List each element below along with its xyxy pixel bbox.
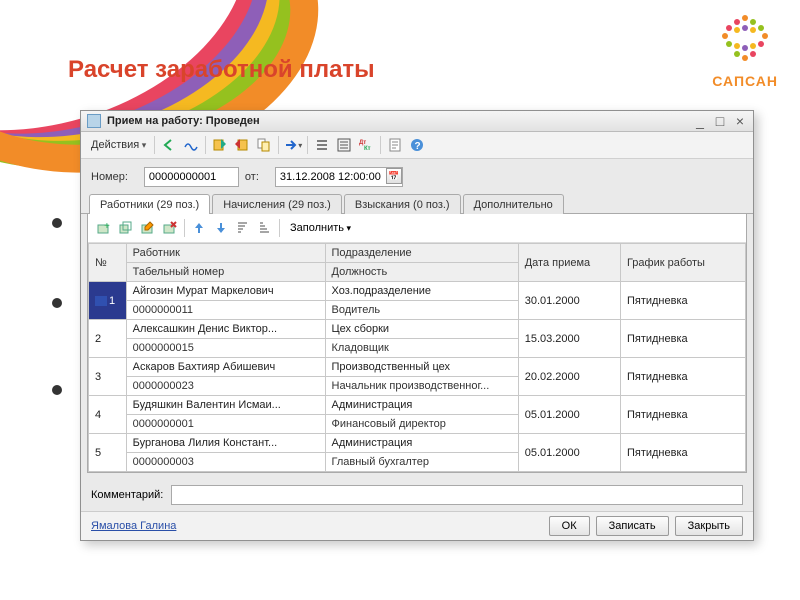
table-row[interactable]: 1Айгозин Мурат МаркеловичХоз.подразделен…	[89, 282, 746, 301]
report-icon[interactable]	[385, 135, 405, 155]
brand-name: САПСАН	[712, 73, 778, 89]
comment-input[interactable]	[171, 485, 743, 505]
titlebar[interactable]: Прием на работу: Проведен _ □ ×	[81, 111, 753, 132]
unpost-icon[interactable]	[232, 135, 252, 155]
list2-icon[interactable]	[334, 135, 354, 155]
write-button[interactable]: Записать	[596, 516, 669, 536]
slide-title: Расчет заработной платы	[68, 56, 375, 84]
wave-icon[interactable]	[181, 135, 201, 155]
bullet	[52, 218, 62, 228]
list-icon[interactable]	[312, 135, 332, 155]
main-toolbar: Действия ДтКт ?	[81, 132, 753, 159]
add-copy-icon[interactable]	[116, 218, 136, 238]
col-header-n[interactable]: №	[89, 244, 127, 282]
svg-text:+: +	[104, 221, 110, 232]
table-row[interactable]: 2Алексашкин Денис Виктор...Цех сборки15.…	[89, 320, 746, 339]
window-icon	[87, 114, 101, 128]
tab-workers: + Заполнить № Работник Подразделение Дат…	[87, 214, 747, 473]
actions-menu[interactable]: Действия	[87, 137, 150, 153]
help-icon[interactable]: ?	[407, 135, 427, 155]
date-label: от:	[245, 171, 259, 183]
svg-text:?: ?	[415, 141, 421, 152]
bullet	[52, 385, 62, 395]
back-icon[interactable]	[159, 135, 179, 155]
maximize-button[interactable]: □	[713, 114, 727, 128]
user-link[interactable]: Ямалова Галина	[91, 520, 543, 532]
tab-0[interactable]: Работники (29 поз.)	[89, 194, 210, 214]
tab-2[interactable]: Взыскания (0 поз.)	[344, 194, 461, 214]
calendar-icon[interactable]: 📅	[386, 168, 402, 184]
header-form: Номер: от: 📅	[81, 159, 753, 193]
bullet	[52, 298, 62, 308]
col-header-schedule[interactable]: График работы	[620, 244, 745, 282]
table-row[interactable]: 4Будяшкин Валентин Исмаи...Администрация…	[89, 396, 746, 415]
close-form-button[interactable]: Закрыть	[675, 516, 743, 536]
tab-1[interactable]: Начисления (29 поз.)	[212, 194, 342, 214]
sort-asc-icon[interactable]	[233, 218, 253, 238]
fill-button[interactable]: Заполнить	[284, 220, 357, 236]
number-input[interactable]	[144, 167, 239, 187]
col-header-dept[interactable]: Подразделение	[325, 244, 518, 263]
table-row[interactable]: 5Бурганова Лилия Констант...Администраци…	[89, 434, 746, 453]
table-row[interactable]: 3Аскаров Бахтияр АбишевичПроизводственны…	[89, 358, 746, 377]
col-header-worker[interactable]: Работник	[126, 244, 325, 263]
document-window: Прием на работу: Проведен _ □ × Действия…	[80, 110, 754, 541]
post-icon[interactable]	[210, 135, 230, 155]
workers-table[interactable]: № Работник Подразделение Дата приема Гра…	[88, 243, 746, 472]
date-input[interactable]	[275, 167, 403, 187]
number-label: Номер:	[91, 171, 128, 183]
grid-toolbar: + Заполнить	[88, 214, 746, 243]
minimize-button[interactable]: _	[693, 114, 707, 128]
tab-3[interactable]: Дополнительно	[463, 194, 564, 214]
move-up-icon[interactable]	[189, 218, 209, 238]
close-button[interactable]: ×	[733, 114, 747, 128]
based-on-icon[interactable]	[254, 135, 274, 155]
svg-text:Кт: Кт	[364, 146, 371, 152]
col-header-date[interactable]: Дата приема	[518, 244, 620, 282]
edit-row-icon[interactable]	[138, 218, 158, 238]
tabstrip: Работники (29 поз.)Начисления (29 поз.)В…	[81, 193, 753, 214]
sort-desc-icon[interactable]	[255, 218, 275, 238]
statusbar: Ямалова Галина ОК Записать Закрыть	[81, 511, 753, 540]
delete-row-icon[interactable]	[160, 218, 180, 238]
comment-row: Комментарий:	[81, 479, 753, 511]
window-title: Прием на работу: Проведен	[107, 115, 693, 127]
comment-label: Комментарий:	[91, 489, 163, 501]
brand-logo: САПСАН	[712, 12, 778, 89]
dtkt-icon[interactable]: ДтКт	[356, 135, 376, 155]
ok-button[interactable]: ОК	[549, 516, 590, 536]
move-down-icon[interactable]	[211, 218, 231, 238]
col-header-position[interactable]: Должность	[325, 263, 518, 282]
go-icon[interactable]	[283, 135, 303, 155]
col-header-tabno[interactable]: Табельный номер	[126, 263, 325, 282]
add-row-icon[interactable]: +	[94, 218, 114, 238]
